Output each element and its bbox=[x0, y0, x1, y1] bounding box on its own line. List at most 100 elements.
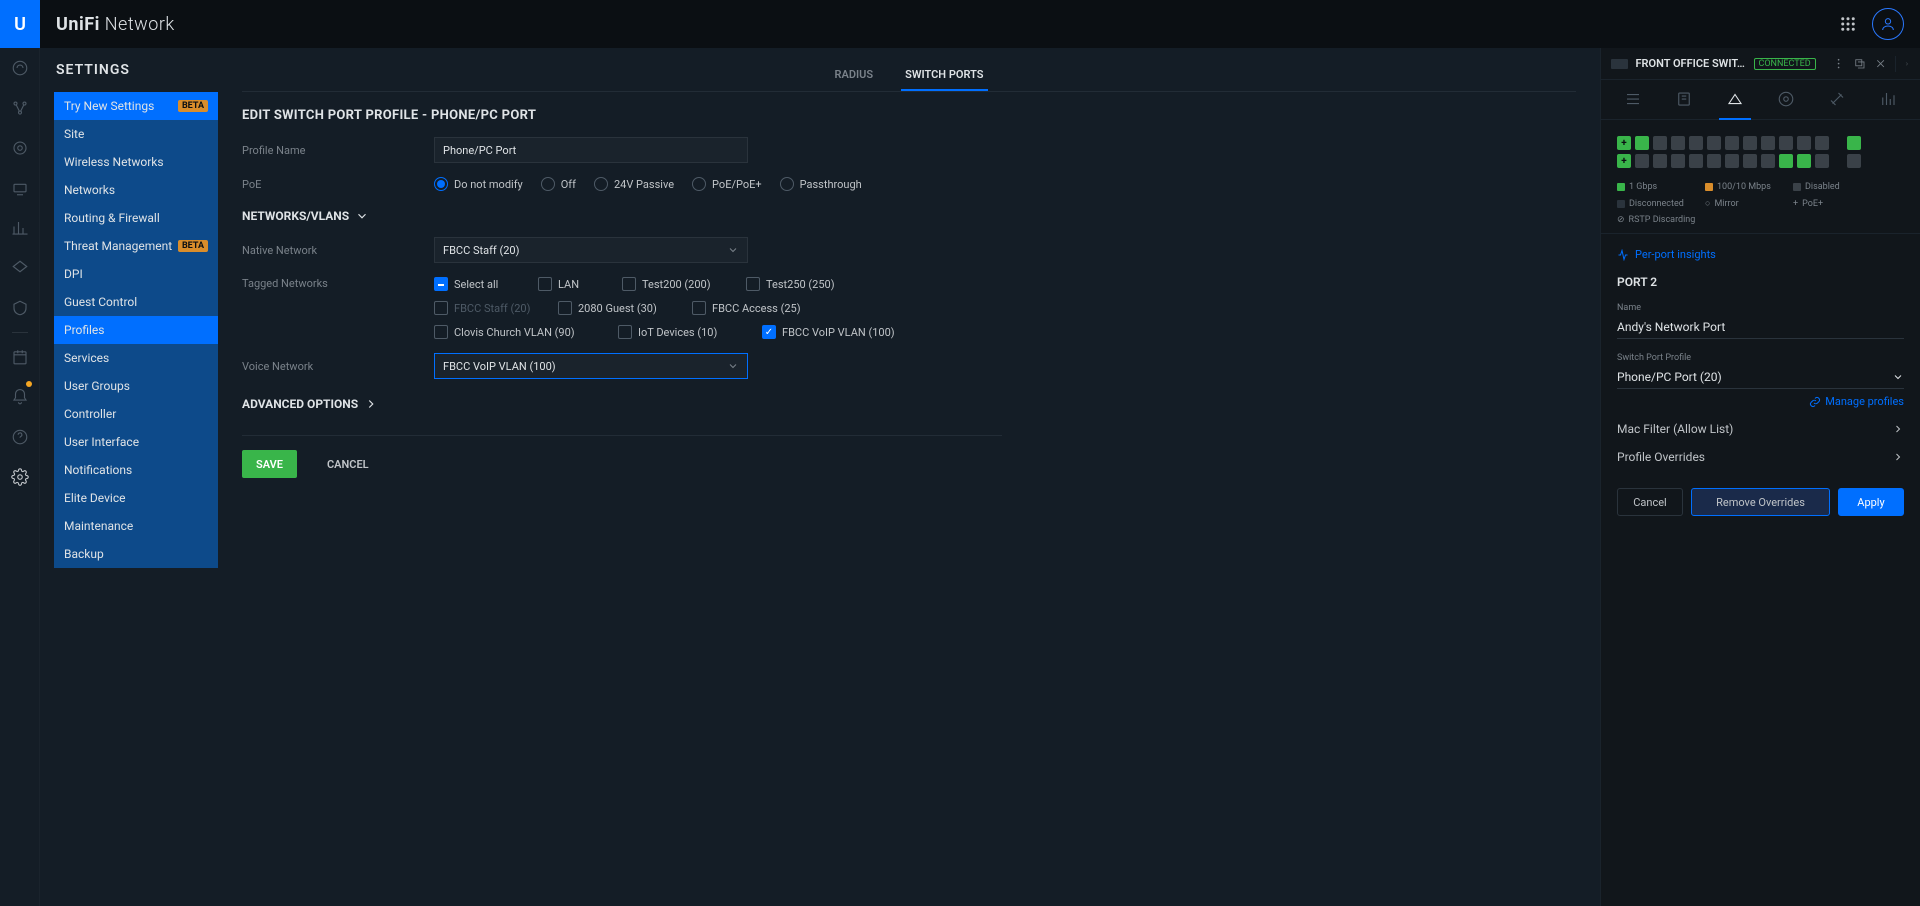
port-15[interactable] bbox=[1743, 136, 1757, 150]
apply-button[interactable]: Apply bbox=[1838, 488, 1904, 516]
tab-radius[interactable]: RADIUS bbox=[831, 60, 878, 91]
native-network-select[interactable]: FBCC Staff (20) bbox=[434, 237, 748, 263]
poe-off[interactable]: Off bbox=[541, 177, 576, 191]
port-1[interactable] bbox=[1617, 136, 1631, 150]
port-6[interactable] bbox=[1653, 154, 1667, 168]
profile-overrides-expand[interactable]: Profile Overrides bbox=[1617, 450, 1904, 464]
panel-cancel-button[interactable]: Cancel bbox=[1617, 488, 1683, 516]
nav-wireless-networks[interactable]: Wireless Networks bbox=[54, 148, 218, 176]
port-23[interactable] bbox=[1815, 136, 1829, 150]
port-8[interactable] bbox=[1671, 154, 1685, 168]
nav-user-groups[interactable]: User Groups bbox=[54, 372, 218, 400]
port-5[interactable] bbox=[1653, 136, 1667, 150]
port-10[interactable] bbox=[1689, 154, 1703, 168]
networks-vlans-header[interactable]: NETWORKS/VLANS bbox=[242, 209, 1576, 223]
port-9[interactable] bbox=[1689, 136, 1703, 150]
tab-overview-icon[interactable] bbox=[1617, 80, 1649, 120]
port-4[interactable] bbox=[1635, 154, 1649, 168]
port-14[interactable] bbox=[1725, 154, 1739, 168]
cb-test200[interactable]: Test200 (200) bbox=[622, 277, 722, 291]
rail-dashboard-icon[interactable] bbox=[0, 48, 40, 88]
rail-clients-icon[interactable] bbox=[0, 208, 40, 248]
nav-notifications[interactable]: Notifications bbox=[54, 456, 218, 484]
port-name-input[interactable] bbox=[1617, 315, 1904, 339]
cb-fbcc-access[interactable]: FBCC Access (25) bbox=[692, 301, 812, 315]
more-icon[interactable] bbox=[1832, 56, 1845, 72]
manage-profiles-link[interactable]: Manage profiles bbox=[1617, 395, 1904, 408]
tab-tools-icon[interactable] bbox=[1821, 80, 1853, 120]
per-port-insights-link[interactable]: Per-port insights bbox=[1617, 248, 1904, 261]
nav-maintenance[interactable]: Maintenance bbox=[54, 512, 218, 540]
nav-elite-device[interactable]: Elite Device bbox=[54, 484, 218, 512]
port-13[interactable] bbox=[1725, 136, 1739, 150]
port-21[interactable] bbox=[1797, 136, 1811, 150]
poe-poe-plus[interactable]: PoE/PoE+ bbox=[692, 177, 762, 191]
remove-overrides-button[interactable]: Remove Overrides bbox=[1691, 488, 1830, 516]
port-12[interactable] bbox=[1707, 154, 1721, 168]
nav-site[interactable]: Site bbox=[54, 120, 218, 148]
rail-alerts-icon[interactable] bbox=[0, 377, 40, 417]
tab-details-icon[interactable] bbox=[1668, 80, 1700, 120]
unifi-logo[interactable]: U bbox=[0, 0, 40, 48]
profile-name-input[interactable] bbox=[434, 137, 748, 163]
apps-grid-icon[interactable] bbox=[1832, 8, 1864, 40]
rail-events-icon[interactable] bbox=[0, 337, 40, 377]
nav-profiles[interactable]: Profiles bbox=[54, 316, 218, 344]
rail-map-icon[interactable] bbox=[0, 128, 40, 168]
mac-filter-expand[interactable]: Mac Filter (Allow List) bbox=[1617, 422, 1904, 436]
port-24[interactable] bbox=[1815, 154, 1829, 168]
rail-insights-icon[interactable] bbox=[0, 248, 40, 288]
close-icon[interactable] bbox=[1874, 56, 1887, 72]
advanced-options-header[interactable]: ADVANCED OPTIONS bbox=[242, 397, 1576, 411]
port-3[interactable] bbox=[1635, 136, 1649, 150]
next-device-icon[interactable] bbox=[1895, 56, 1910, 72]
tab-config-icon[interactable] bbox=[1770, 80, 1802, 120]
port-17[interactable] bbox=[1761, 136, 1775, 150]
port-20[interactable] bbox=[1779, 154, 1793, 168]
tab-ports-icon[interactable] bbox=[1719, 80, 1751, 120]
rail-security-icon[interactable] bbox=[0, 288, 40, 328]
rail-statistics-icon[interactable] bbox=[0, 88, 40, 128]
port-sfp-2[interactable] bbox=[1847, 154, 1861, 168]
cb-iot-devices[interactable]: IoT Devices (10) bbox=[618, 325, 738, 339]
port-22[interactable] bbox=[1797, 154, 1811, 168]
cancel-button[interactable]: CANCEL bbox=[313, 450, 383, 478]
rail-devices-icon[interactable] bbox=[0, 168, 40, 208]
port-2[interactable] bbox=[1617, 154, 1631, 168]
rail-help-icon[interactable] bbox=[0, 417, 40, 457]
port-7[interactable] bbox=[1671, 136, 1685, 150]
nav-backup[interactable]: Backup bbox=[54, 540, 218, 568]
nav-networks[interactable]: Networks bbox=[54, 176, 218, 204]
port-profile-select[interactable]: Phone/PC Port (20) bbox=[1617, 365, 1904, 389]
port-11[interactable] bbox=[1707, 136, 1721, 150]
voice-network-select[interactable]: FBCC VoIP VLAN (100) bbox=[434, 353, 748, 379]
poe-do-not-modify[interactable]: Do not modify bbox=[434, 177, 523, 191]
nav-controller[interactable]: Controller bbox=[54, 400, 218, 428]
port-19[interactable] bbox=[1779, 136, 1793, 150]
save-button[interactable]: SAVE bbox=[242, 450, 297, 478]
cb-test250[interactable]: Test250 (250) bbox=[746, 277, 846, 291]
popout-icon[interactable] bbox=[1853, 56, 1866, 72]
nav-user-interface[interactable]: User Interface bbox=[54, 428, 218, 456]
cb-select-all[interactable]: Select all bbox=[434, 277, 514, 291]
port-sfp-1[interactable] bbox=[1847, 136, 1861, 150]
cb-lan[interactable]: LAN bbox=[538, 277, 598, 291]
tab-switch-ports[interactable]: SWITCH PORTS bbox=[901, 60, 987, 91]
nav-dpi[interactable]: DPI bbox=[54, 260, 218, 288]
cb-2080-guest[interactable]: 2080 Guest (30) bbox=[558, 301, 668, 315]
tab-stats-icon[interactable] bbox=[1872, 80, 1904, 120]
poe-24v-passive[interactable]: 24V Passive bbox=[594, 177, 674, 191]
nav-routing-firewall[interactable]: Routing & Firewall bbox=[54, 204, 218, 232]
cb-clovis-church[interactable]: Clovis Church VLAN (90) bbox=[434, 325, 594, 339]
port-18[interactable] bbox=[1761, 154, 1775, 168]
nav-threat-management[interactable]: Threat ManagementBETA bbox=[54, 232, 218, 260]
poe-passthrough[interactable]: Passthrough bbox=[780, 177, 862, 191]
nav-try-new-settings[interactable]: Try New SettingsBETA bbox=[54, 92, 218, 120]
beta-badge: BETA bbox=[178, 100, 208, 112]
nav-services[interactable]: Services bbox=[54, 344, 218, 372]
nav-guest-control[interactable]: Guest Control bbox=[54, 288, 218, 316]
cb-fbcc-voip[interactable]: FBCC VoIP VLAN (100) bbox=[762, 325, 922, 339]
rail-settings-icon[interactable] bbox=[0, 457, 40, 497]
user-avatar-icon[interactable] bbox=[1872, 8, 1904, 40]
port-16[interactable] bbox=[1743, 154, 1757, 168]
